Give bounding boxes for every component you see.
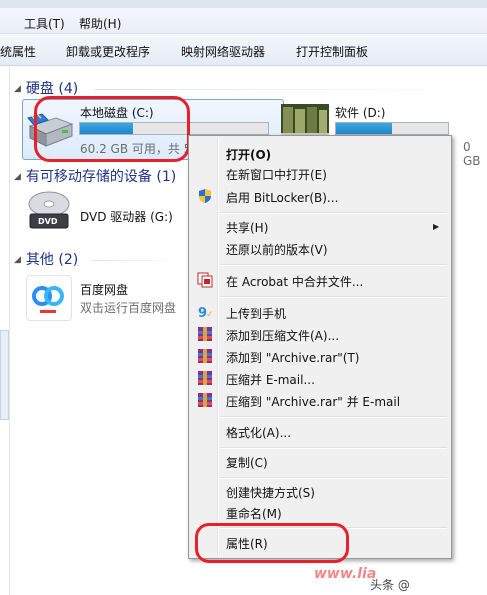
navigation-pane-edge [0,66,10,595]
menu-rename[interactable]: 重命名(M) [226,505,282,522]
menu-open[interactable]: 打开(O) [226,146,271,163]
group-divider [95,89,475,90]
menu-bitlocker[interactable]: 启用 BitLocker(B)... [226,189,338,206]
menu-add-to-archive[interactable]: 添加到压缩文件(A)... [226,327,339,344]
menu-icon-gutter [217,138,219,556]
drive-d-label[interactable]: 软件 (D:) [335,104,385,121]
toolbar: 统属性 卸载或更改程序 映射网络驱动器 打开控制面板 [0,34,487,66]
group-title: 有可移动存储的设备 (1) [25,169,177,185]
highlight-annotation [195,523,349,563]
group-title: 其他 (2) [25,252,79,268]
credit-watermark: 头条 @ [370,578,410,592]
menu-copy[interactable]: 复制(C) [226,454,268,471]
winrar-icon [198,327,212,341]
baidu-netdisk-icon [32,286,64,313]
phone-upload-icon: 9 ✓ [198,306,214,320]
menu-bar: ) 工具(T) 帮助(H) [0,0,487,34]
group-divider [92,260,188,261]
menu-separator [220,296,447,298]
menu-open-new-window[interactable]: 在新窗口中打开(E) [226,166,327,183]
menu-create-shortcut[interactable]: 创建快捷方式(S) [226,484,315,501]
group-removable-devices[interactable]: ◢ 有可移动存储的设备 (1) [14,166,176,186]
menu-separator [220,477,447,479]
menu-tools[interactable]: 工具(T) [24,15,65,32]
winrar-icon [198,349,212,363]
drive-d-usage-fill [336,123,392,134]
map-network-drive-button[interactable]: 映射网络驱动器 [181,43,265,60]
svg-text:DVD: DVD [38,217,58,226]
baidu-netdisk-label[interactable]: 百度网盘 [80,281,128,298]
uninstall-program-button[interactable]: 卸载或更改程序 [66,43,150,60]
dvd-drive-icon: DVD [28,191,70,229]
menu-separator [220,212,447,214]
winrar-icon [198,371,212,385]
collapse-triangle-icon: ◢ [14,172,21,182]
menu-compress-rar-email[interactable]: 压缩到 "Archive.rar" 并 E-mail [226,393,400,410]
collapse-triangle-icon: ◢ [14,84,21,94]
drive-d-usage-bar [335,122,449,135]
baidu-netdisk-subtitle: 双击运行百度网盘 [80,301,177,315]
menu-separator [220,447,447,449]
menu-separator [220,416,447,418]
menu-format[interactable]: 格式化(A)... [226,424,291,441]
winrar-icon [198,393,212,407]
acrobat-icon [197,272,213,288]
menu-compress-email[interactable]: 压缩并 E-mail... [226,371,315,388]
site-watermark: www.lia [314,566,377,582]
open-control-panel-button[interactable]: 打开控制面板 [296,43,368,60]
drive-d-free-space: 0 GB [463,140,481,168]
submenu-arrow-icon: ▶ [433,222,440,231]
group-hard-disks[interactable]: ◢ 硬盘 (4) [14,78,78,98]
menu-upload-phone[interactable]: 上传到手机 [226,305,286,322]
menu-acrobat-combine[interactable]: 在 Acrobat 中合并文件... [226,273,363,290]
group-title: 硬盘 (4) [25,81,79,97]
menu-separator [220,264,447,266]
scroll-thumb[interactable] [0,330,9,420]
menu-share[interactable]: 共享(H) [226,219,268,236]
svg-text:✓: ✓ [206,310,214,320]
menu-restore-previous[interactable]: 还原以前的版本(V) [226,241,328,258]
shield-icon [199,189,211,203]
highlight-annotation [34,96,190,162]
drive-g-label[interactable]: DVD 驱动器 (G:) [80,208,173,225]
group-other[interactable]: ◢ 其他 (2) [14,249,78,269]
system-properties-button[interactable]: 统属性 [0,43,36,60]
context-menu: 打开(O) 在新窗口中打开(E) 启用 BitLocker(B)... 共享(H… [188,135,452,559]
menu-help[interactable]: 帮助(H) [79,15,121,32]
collapse-triangle-icon: ◢ [14,255,21,265]
menu-add-to-archive-rar[interactable]: 添加到 "Archive.rar"(T) [226,349,359,366]
